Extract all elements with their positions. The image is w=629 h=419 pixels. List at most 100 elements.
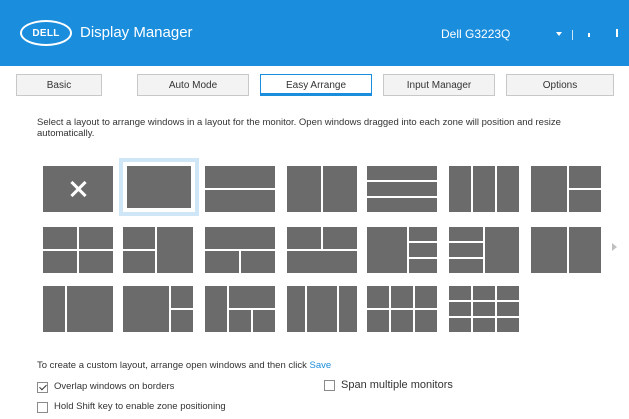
layout-three-rows[interactable] xyxy=(367,166,437,212)
tab-options[interactable]: Options xyxy=(506,74,614,96)
layout-zone xyxy=(127,166,191,208)
layout-zone xyxy=(229,286,275,308)
layout-zone xyxy=(497,166,519,212)
layout-zone xyxy=(307,286,337,332)
minimize-icon[interactable] xyxy=(585,28,597,40)
layout-zone xyxy=(123,251,155,273)
shift-label: Hold Shift key to enable zone positionin… xyxy=(54,401,226,412)
layout-zone xyxy=(449,286,471,300)
layout-none[interactable] xyxy=(43,166,113,212)
layout-zone xyxy=(531,227,567,273)
layout-zone xyxy=(171,286,193,308)
layout-zone xyxy=(287,227,321,249)
span-option[interactable]: Span multiple monitors xyxy=(324,379,453,391)
layout-three-columns[interactable] xyxy=(449,166,519,212)
layout-zone xyxy=(241,251,275,273)
dell-logo: DELL xyxy=(20,20,72,46)
layout-zone xyxy=(449,166,471,212)
layout-three-columns-wide-center[interactable] xyxy=(287,286,357,332)
layout-zone xyxy=(205,227,275,249)
layout-two-rows[interactable] xyxy=(205,166,275,212)
custom-layout-hint: To create a custom layout, arrange open … xyxy=(37,360,331,371)
layout-main-with-corner[interactable] xyxy=(205,286,275,332)
layout-zone xyxy=(229,310,251,332)
monitor-name: Dell G3223Q xyxy=(441,27,511,41)
layout-zone xyxy=(473,302,495,316)
layout-six-zones[interactable] xyxy=(367,286,437,332)
layout-zone xyxy=(43,227,77,249)
layout-left-and-three-right[interactable] xyxy=(367,227,437,273)
shift-checkbox[interactable] xyxy=(37,401,48,413)
layout-zone xyxy=(43,286,65,332)
layout-zone xyxy=(569,190,601,212)
layout-zone xyxy=(157,227,193,273)
close-icon xyxy=(69,180,87,198)
layout-two-columns[interactable] xyxy=(287,166,357,212)
layout-zone xyxy=(391,310,413,332)
layout-three-left-and-right[interactable] xyxy=(449,227,519,273)
layout-zone xyxy=(449,302,471,316)
layout-narrow-left-wide-right[interactable] xyxy=(531,227,601,273)
layout-zone xyxy=(569,166,601,188)
layout-zone xyxy=(409,259,437,273)
tab-label: Basic xyxy=(46,79,72,91)
layout-zone xyxy=(367,310,389,332)
layout-wide-left-narrow-right[interactable] xyxy=(43,286,113,332)
title-bar: DELL Display Manager Dell G3223Q xyxy=(0,0,629,66)
shift-option[interactable]: Hold Shift key to enable zone positionin… xyxy=(37,401,226,413)
layout-zone xyxy=(205,166,275,188)
close-icon[interactable] xyxy=(611,28,623,40)
layout-nine-zones[interactable] xyxy=(449,286,519,332)
layout-zone xyxy=(415,286,437,308)
layout-zone xyxy=(367,227,407,273)
tab-auto-mode[interactable]: Auto Mode xyxy=(137,74,249,96)
layout-zone xyxy=(205,251,239,273)
layout-stacked-left-and-right[interactable] xyxy=(123,227,193,273)
layout-zone xyxy=(339,286,357,332)
custom-layout-text: To create a custom layout, arrange open … xyxy=(37,360,307,371)
layout-zone xyxy=(323,227,357,249)
layout-zone xyxy=(485,227,519,273)
tab-basic[interactable]: Basic xyxy=(16,74,102,96)
layout-zone xyxy=(367,286,389,308)
layout-zone xyxy=(409,227,437,241)
layout-zone xyxy=(79,227,113,249)
monitor-dropdown-icon[interactable] xyxy=(553,28,565,40)
layout-zone xyxy=(171,310,193,332)
layout-zone xyxy=(205,286,227,332)
layout-top-and-two-bottom[interactable] xyxy=(205,227,275,273)
layout-left-and-stacked-right[interactable] xyxy=(531,166,601,212)
tab-label: Input Manager xyxy=(406,79,472,91)
layout-two-top-and-bottom[interactable] xyxy=(287,227,357,273)
layout-zone xyxy=(449,318,471,332)
tab-label: Options xyxy=(542,79,578,91)
tab-label: Easy Arrange xyxy=(285,79,347,91)
layout-zone xyxy=(391,286,413,308)
layout-zone xyxy=(287,166,321,212)
layout-zone xyxy=(287,251,357,273)
layout-zone xyxy=(449,259,483,273)
layout-zone xyxy=(287,286,305,332)
layout-full[interactable] xyxy=(119,158,199,216)
layout-grid-six[interactable] xyxy=(123,286,193,332)
overlap-checkbox[interactable] xyxy=(37,381,48,393)
scroll-right-icon[interactable] xyxy=(612,243,618,251)
layout-zone xyxy=(409,243,437,257)
layout-zone xyxy=(449,243,483,257)
overlap-option[interactable]: Overlap windows on borders xyxy=(37,381,174,393)
instruction-text: Select a layout to arrange windows in a … xyxy=(37,117,561,139)
layout-zone xyxy=(43,251,77,273)
tab-easy-arrange[interactable]: Easy Arrange xyxy=(260,74,372,96)
layout-zone xyxy=(323,166,357,212)
span-checkbox[interactable] xyxy=(324,379,335,391)
layout-zone xyxy=(497,286,519,300)
tab-input-manager[interactable]: Input Manager xyxy=(383,74,495,96)
layout-zone xyxy=(569,227,601,273)
app-title: Display Manager xyxy=(80,24,193,41)
save-link[interactable]: Save xyxy=(310,360,332,371)
layout-zone xyxy=(123,227,155,249)
tab-label: Auto Mode xyxy=(168,79,218,91)
dell-logo-text: DELL xyxy=(32,27,60,39)
layout-zone xyxy=(473,286,495,300)
layout-quad[interactable] xyxy=(43,227,113,273)
